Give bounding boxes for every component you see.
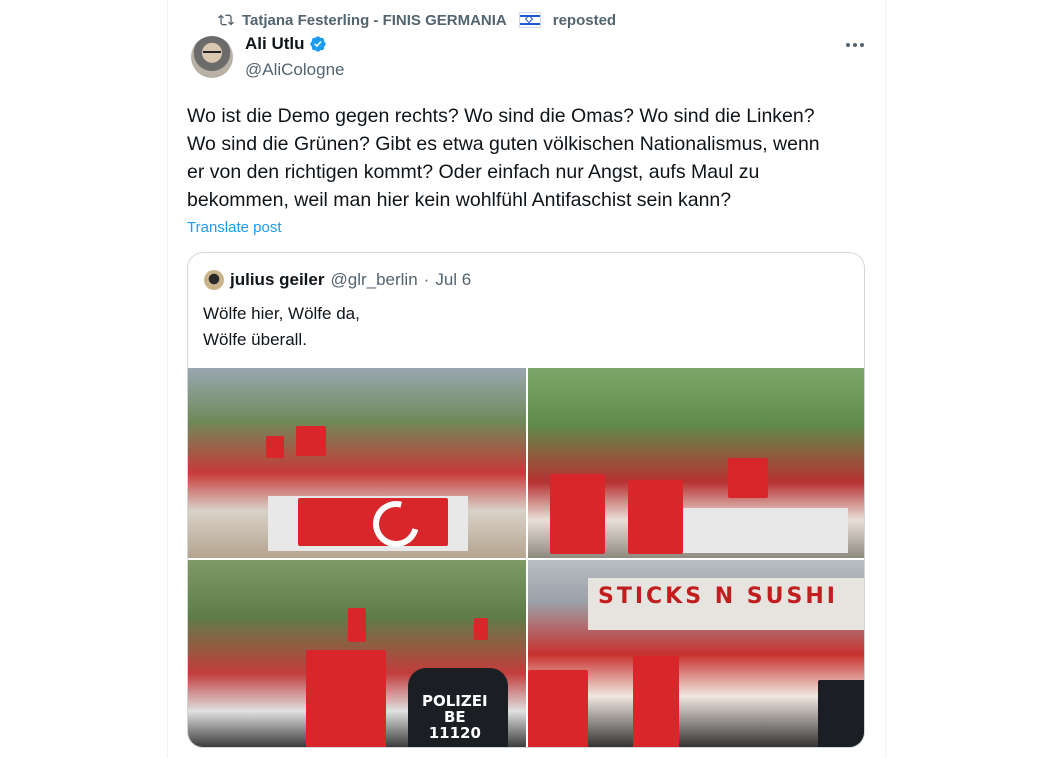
quoted-separator: · <box>423 270 430 289</box>
photo-3[interactable]: POLIZEI BE 11120 <box>188 560 526 747</box>
translate-post-link[interactable]: Translate post <box>187 219 282 236</box>
tweet-text: Wo ist die Demo gegen rechts? Wo sind di… <box>187 105 820 211</box>
quoted-date[interactable]: Jul 6 <box>435 270 471 290</box>
quoted-author-avatar[interactable] <box>204 270 224 290</box>
quoted-author-handle[interactable]: @glr_berlin <box>330 270 417 290</box>
police-vest-text: POLIZEI BE 11120 <box>422 692 488 742</box>
timeline-border-left <box>167 0 168 758</box>
author-handle[interactable]: @AliCologne <box>245 60 344 80</box>
photo-2[interactable] <box>528 368 864 558</box>
repost-suffix: reposted <box>552 11 617 29</box>
restaurant-sign-text: STICKS N SUSHI <box>598 584 838 609</box>
quoted-tweet-header: julius geiler @glr_berlin · Jul 6 <box>204 270 471 290</box>
quoted-tweet[interactable]: julius geiler @glr_berlin · Jul 6 Wölfe … <box>187 252 865 748</box>
quoted-tweet-text: Wölfe hier, Wölfe da, Wölfe überall. <box>203 304 360 349</box>
photo-4[interactable]: STICKS N SUSHI <box>528 560 864 747</box>
author-block[interactable]: Ali Utlu @AliCologne <box>245 34 344 80</box>
repost-user-name[interactable]: Tatjana Festerling - FINIS GERMANIA <box>242 12 507 29</box>
author-avatar[interactable] <box>191 36 233 78</box>
photo-1[interactable] <box>188 368 526 558</box>
timeline-border-right <box>885 0 886 758</box>
author-name[interactable]: Ali Utlu <box>245 34 305 54</box>
verified-badge-icon <box>309 36 326 52</box>
quoted-author-name[interactable]: julius geiler <box>230 270 324 290</box>
repost-icon <box>218 14 234 26</box>
repost-context[interactable]: Tatjana Festerling - FINIS GERMANIA repo… <box>218 10 616 30</box>
more-options-icon[interactable] <box>844 36 866 54</box>
israel-flag-icon <box>518 12 541 28</box>
